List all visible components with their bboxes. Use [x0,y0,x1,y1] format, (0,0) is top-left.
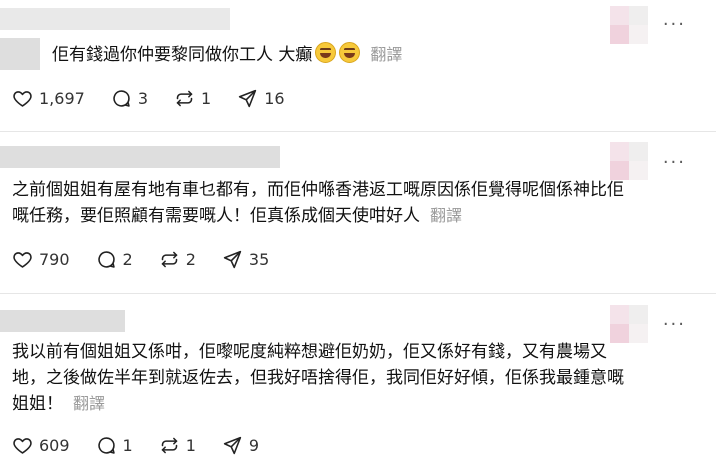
comment-body: 佢有錢過你仲要黎同做你工人 大癲 [52,45,313,65]
reply-button[interactable]: 3 [111,88,148,109]
reply-count: 2 [122,250,133,269]
more-options-button[interactable]: ··· [663,16,686,34]
repost-button[interactable]: 1 [159,435,196,456]
share-count: 35 [248,250,270,269]
comment-icon [97,437,115,454]
heart-icon [13,91,32,107]
like-count: 609 [39,436,70,455]
repost-icon [176,90,193,107]
attached-thumbnail[interactable] [610,142,648,180]
more-options-button[interactable]: ··· [663,316,686,334]
share-button[interactable]: 16 [237,88,285,109]
like-count: 1,697 [39,89,85,108]
attached-thumbnail[interactable] [610,6,648,44]
repost-icon [161,251,178,268]
comment-1: ··· 佢有錢過你仲要黎同做你工人 大癲 翻譯 1,697 3 1 16 [0,0,716,131]
repost-count: 1 [201,89,212,108]
reply-count: 1 [122,436,133,455]
action-bar: 1,697 3 1 16 [12,88,311,109]
grin-sweat-emoji-icon [315,42,337,63]
heart-icon [13,252,32,268]
blurred-username [0,8,230,30]
share-count: 9 [248,436,260,455]
blurred-username [0,146,280,168]
share-button[interactable]: 35 [222,249,269,270]
comment-icon [113,90,130,107]
grin-sweat-emoji-icon [339,42,361,63]
comment-text: 之前個姐姐有屋有地有車乜都有，而佢仲喺香港返工嘅原因係佢覺得呢個係神比佢 嘅任務… [12,177,624,229]
reply-button[interactable]: 1 [96,435,133,456]
blurred-avatar [0,38,40,70]
repost-icon [161,437,178,454]
comment-2: ··· 之前個姐姐有屋有地有車乜都有，而佢仲喺香港返工嘅原因係佢覺得呢個係神比佢… [0,131,716,294]
send-icon [239,89,257,108]
action-bar: 609 1 1 9 [12,435,285,456]
like-count: 790 [39,250,70,269]
action-bar: 790 2 2 35 [12,249,295,270]
heart-icon [13,438,32,454]
reply-button[interactable]: 2 [96,249,133,270]
like-button[interactable]: 609 [12,435,70,456]
comment-text: 我以前有個姐姐又係咁，佢嚟呢度純粹想避佢奶奶，佢又係好有錢，又有農場又 地，之後… [12,339,624,417]
comment-line: 嘅任務，要佢照顧有需要嘅人！佢真係成個天使咁好人 翻譯 [12,206,463,226]
comment-line: 姐姐！ 翻譯 [12,394,106,414]
like-button[interactable]: 1,697 [12,88,85,109]
repost-count: 1 [185,436,196,455]
comment-line: 我以前有個姐姐又係咁，佢嚟呢度純粹想避佢奶奶，佢又係好有錢，又有農場又 [12,342,607,362]
comment-line: 地，之後做佐半年到就返佐去，但我好唔捨得佢，我同佢好好傾，佢係我最鍾意嘅 [12,368,624,388]
attached-thumbnail[interactable] [610,305,648,343]
repost-count: 2 [185,250,196,269]
reply-count: 3 [137,89,148,108]
like-button[interactable]: 790 [12,249,70,270]
repost-button[interactable]: 2 [159,249,196,270]
comment-3: ··· 我以前有個姐姐又係咁，佢嚟呢度純粹想避佢奶奶，佢又係好有錢，又有農場又 … [0,293,716,472]
share-button[interactable]: 9 [222,435,259,456]
repost-button[interactable]: 1 [174,88,211,109]
share-count: 16 [264,89,285,108]
translate-link[interactable]: 翻譯 [73,394,105,413]
send-icon [223,436,242,455]
blurred-username [0,310,125,332]
comment-line: 之前個姐姐有屋有地有車乜都有，而佢仲喺香港返工嘅原因係佢覺得呢個係神比佢 [12,180,624,200]
translate-link[interactable]: 翻譯 [370,45,402,64]
more-options-button[interactable]: ··· [663,154,686,172]
comment-text: 佢有錢過你仲要黎同做你工人 大癲 翻譯 [52,42,402,68]
send-icon [223,250,242,269]
translate-link[interactable]: 翻譯 [430,206,462,225]
comment-icon [97,251,115,268]
